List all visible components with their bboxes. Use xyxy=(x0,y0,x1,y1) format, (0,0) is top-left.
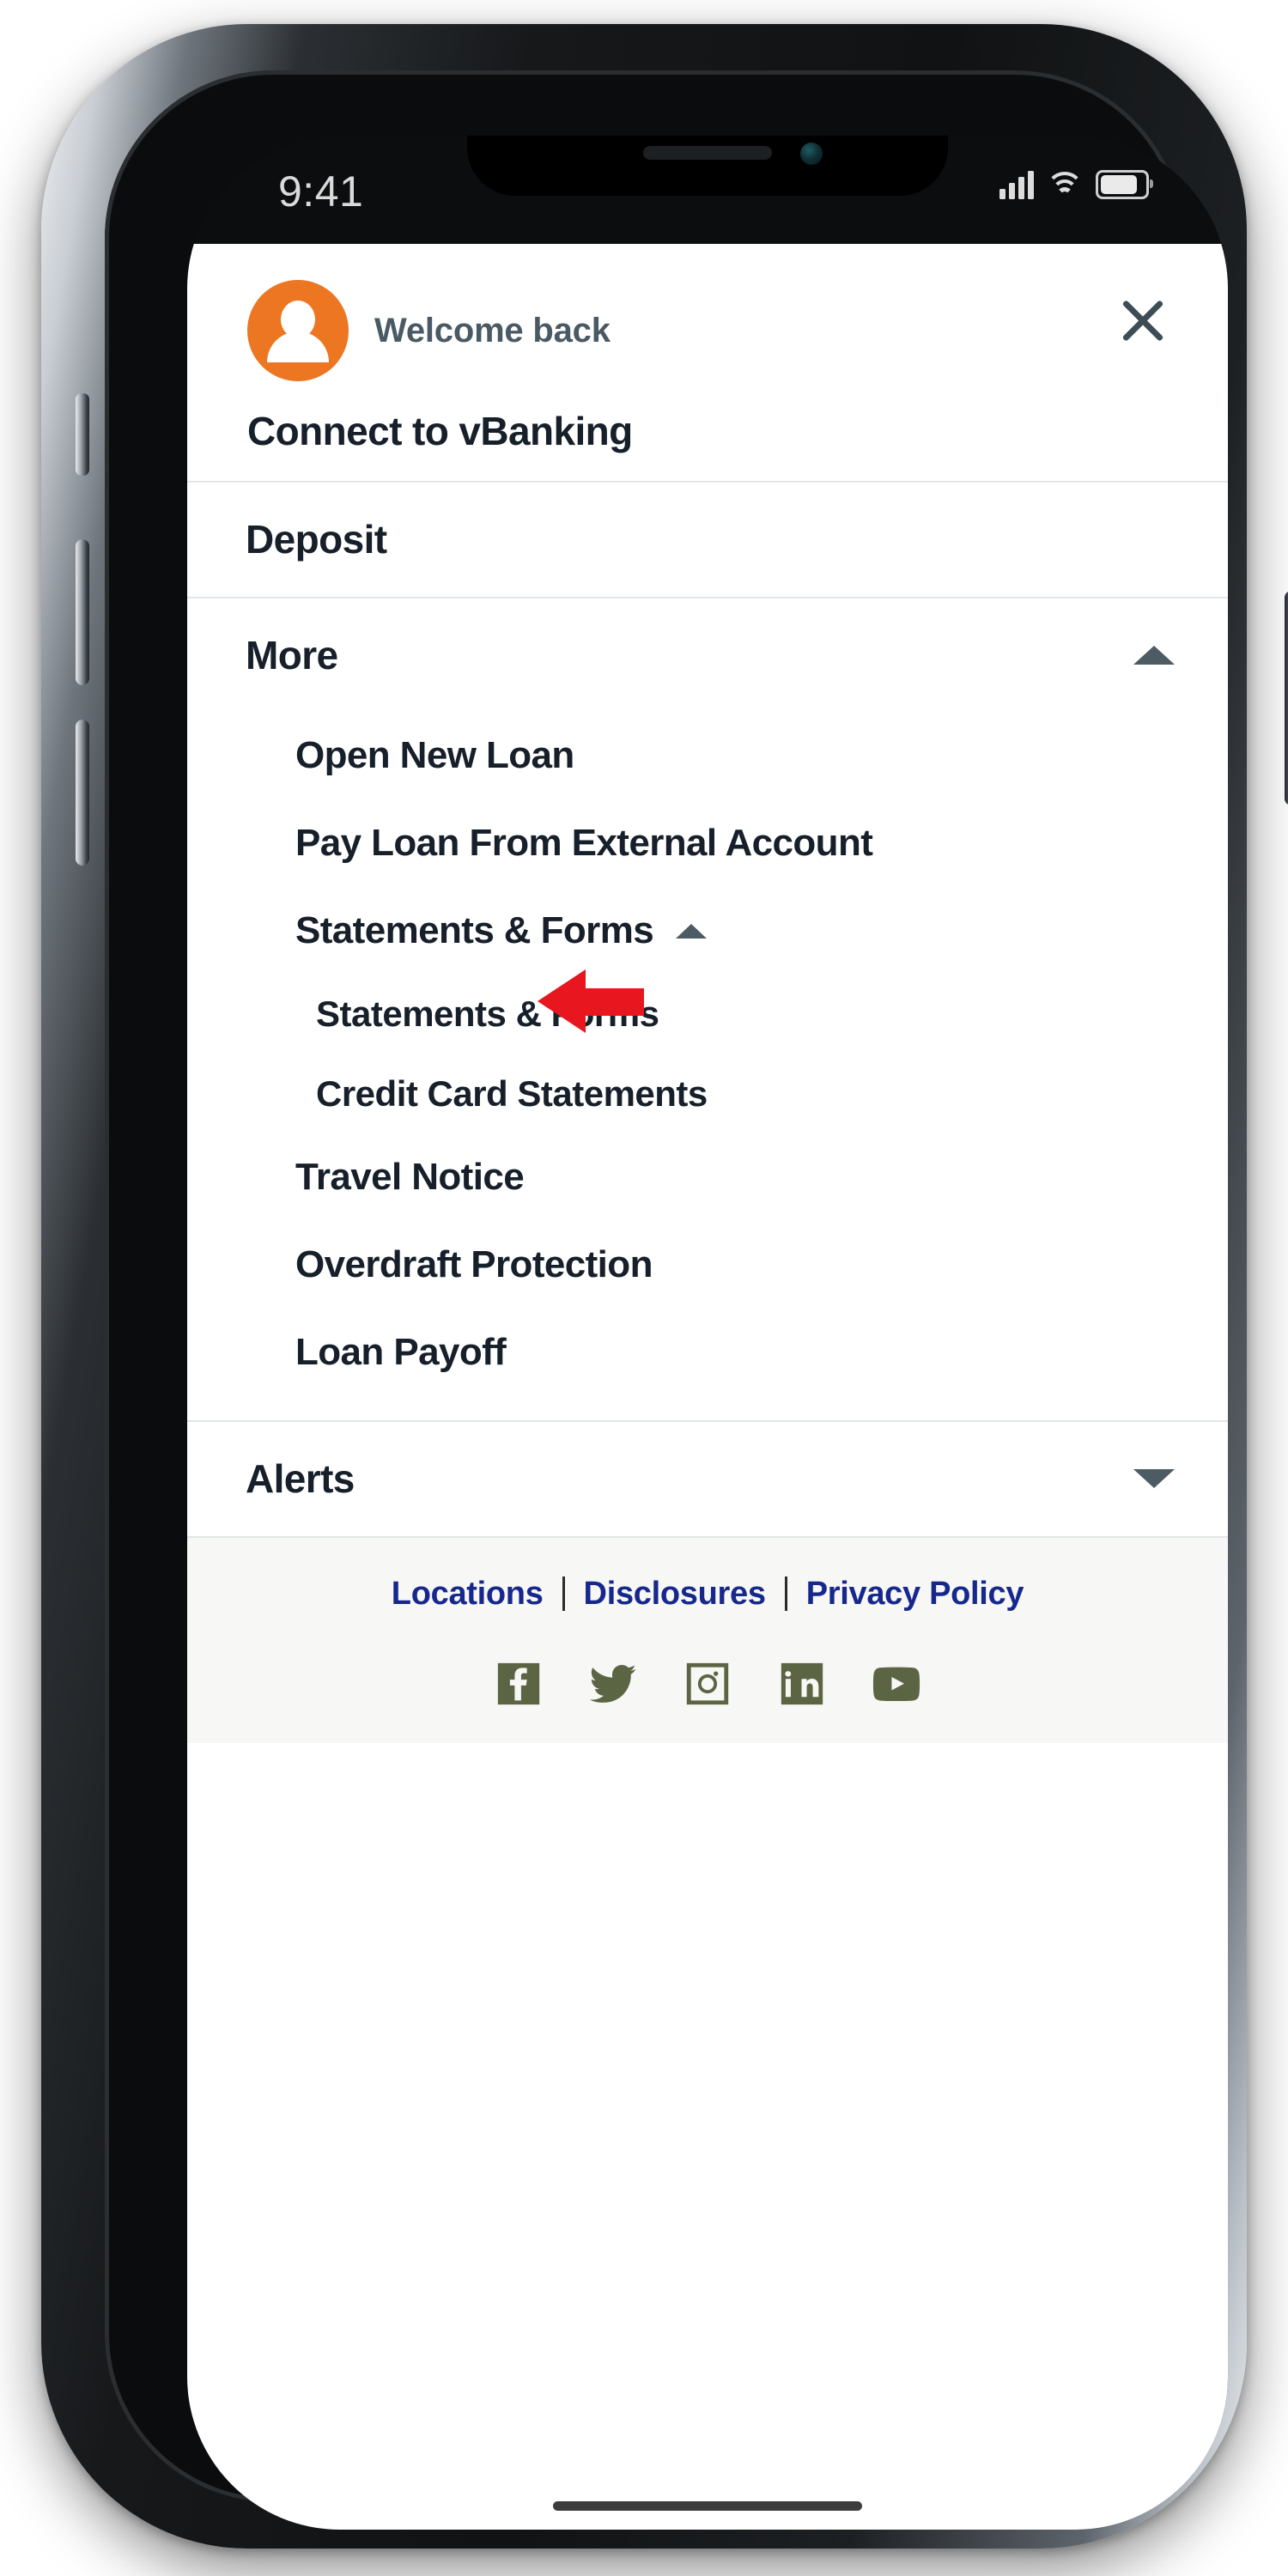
device-notch xyxy=(467,136,948,196)
menu-item-pay-loan-label: Pay Loan From External Account xyxy=(295,822,873,865)
facebook-icon[interactable] xyxy=(494,1659,544,1709)
menu-item-travel-notice-label: Travel Notice xyxy=(295,1155,525,1198)
footer-separator xyxy=(784,1577,787,1611)
menu-item-more[interactable]: More xyxy=(187,596,1228,712)
chevron-down-icon[interactable] xyxy=(1133,1469,1175,1489)
footer-link-disclosures[interactable]: Disclosures xyxy=(584,1576,766,1613)
front-camera xyxy=(800,143,823,165)
footer-link-locations[interactable]: Locations xyxy=(392,1576,544,1613)
instagram-icon[interactable] xyxy=(683,1659,732,1709)
more-submenu: Open New Loan Pay Loan From External Acc… xyxy=(187,712,1228,1420)
volume-down-button[interactable] xyxy=(76,720,89,866)
red-left-arrow-annotation xyxy=(538,969,644,1034)
user-avatar-icon xyxy=(247,280,349,381)
close-icon[interactable] xyxy=(1111,289,1175,352)
social-links xyxy=(187,1659,1228,1709)
menu-item-connect-to-vbanking[interactable]: Connect to vBanking xyxy=(247,410,1168,453)
wifi-icon xyxy=(1046,172,1084,197)
power-button[interactable] xyxy=(1285,591,1288,805)
menu-item-overdraft-protection-label: Overdraft Protection xyxy=(295,1242,653,1285)
menu-header: Welcome back Connect to vBanking xyxy=(187,244,1228,481)
footer-link-privacy-policy[interactable]: Privacy Policy xyxy=(806,1576,1024,1613)
menu-item-alerts[interactable]: Alerts xyxy=(187,1420,1228,1535)
youtube-icon[interactable] xyxy=(872,1659,921,1709)
status-bar-indicators xyxy=(999,170,1153,199)
phone-device-frame: 9:41 Welcome back Connect to vBanking De… xyxy=(41,24,1288,2549)
phone-bezel: 9:41 Welcome back Connect to vBanking De… xyxy=(105,70,1228,2530)
menu-item-statements-group-label: Statements & Forms xyxy=(295,909,654,952)
phone-screen: 9:41 Welcome back Connect to vBanking De… xyxy=(187,136,1228,2530)
earpiece-speaker xyxy=(643,146,772,160)
status-bar-time: 9:41 xyxy=(278,167,364,216)
chevron-up-icon[interactable] xyxy=(1133,645,1175,665)
menu-item-loan-payoff-label: Loan Payoff xyxy=(295,1331,507,1374)
menu-item-deposit[interactable]: Deposit xyxy=(187,481,1228,596)
navigation-menu: Welcome back Connect to vBanking Deposit xyxy=(187,244,1228,1536)
menu-item-statements-and-forms-group[interactable]: Statements & Forms xyxy=(187,887,1228,975)
status-bar: 9:41 xyxy=(187,136,1228,244)
chevron-up-icon[interactable] xyxy=(676,923,708,939)
menu-item-more-label: More xyxy=(246,632,338,677)
twitter-icon[interactable] xyxy=(588,1659,638,1709)
menu-item-loan-payoff[interactable]: Loan Payoff xyxy=(187,1309,1228,1396)
app-viewport: Welcome back Connect to vBanking Deposit xyxy=(187,244,1228,2530)
footer: Locations Disclosures Privacy Policy xyxy=(187,1535,1228,1743)
volume-up-button[interactable] xyxy=(76,539,89,685)
menu-item-pay-loan-from-external-account[interactable]: Pay Loan From External Account xyxy=(187,799,1228,887)
battery-icon xyxy=(1096,170,1153,199)
menu-item-statements-and-forms[interactable]: Statements & Forms xyxy=(187,969,1228,1054)
screenshot-stage: 9:41 Welcome back Connect to vBanking De… xyxy=(0,0,1288,2576)
home-indicator xyxy=(553,2501,862,2511)
cellular-signal-icon xyxy=(999,170,1034,199)
silent-switch-button[interactable] xyxy=(76,393,89,476)
menu-item-credit-card-statements-label: Credit Card Statements xyxy=(316,1072,708,1114)
menu-item-credit-card-statements[interactable]: Credit Card Statements xyxy=(187,1054,1228,1133)
menu-item-alerts-label: Alerts xyxy=(246,1456,355,1502)
menu-item-open-new-loan-label: Open New Loan xyxy=(295,733,574,776)
welcome-text: Welcome back xyxy=(374,311,611,349)
menu-item-overdraft-protection[interactable]: Overdraft Protection xyxy=(187,1221,1228,1309)
footer-separator xyxy=(562,1577,565,1611)
menu-item-open-new-loan[interactable]: Open New Loan xyxy=(187,712,1228,799)
footer-links: Locations Disclosures Privacy Policy xyxy=(187,1576,1228,1613)
menu-item-deposit-label: Deposit xyxy=(246,517,387,562)
linkedin-icon[interactable] xyxy=(777,1659,827,1709)
menu-item-travel-notice[interactable]: Travel Notice xyxy=(187,1133,1228,1221)
